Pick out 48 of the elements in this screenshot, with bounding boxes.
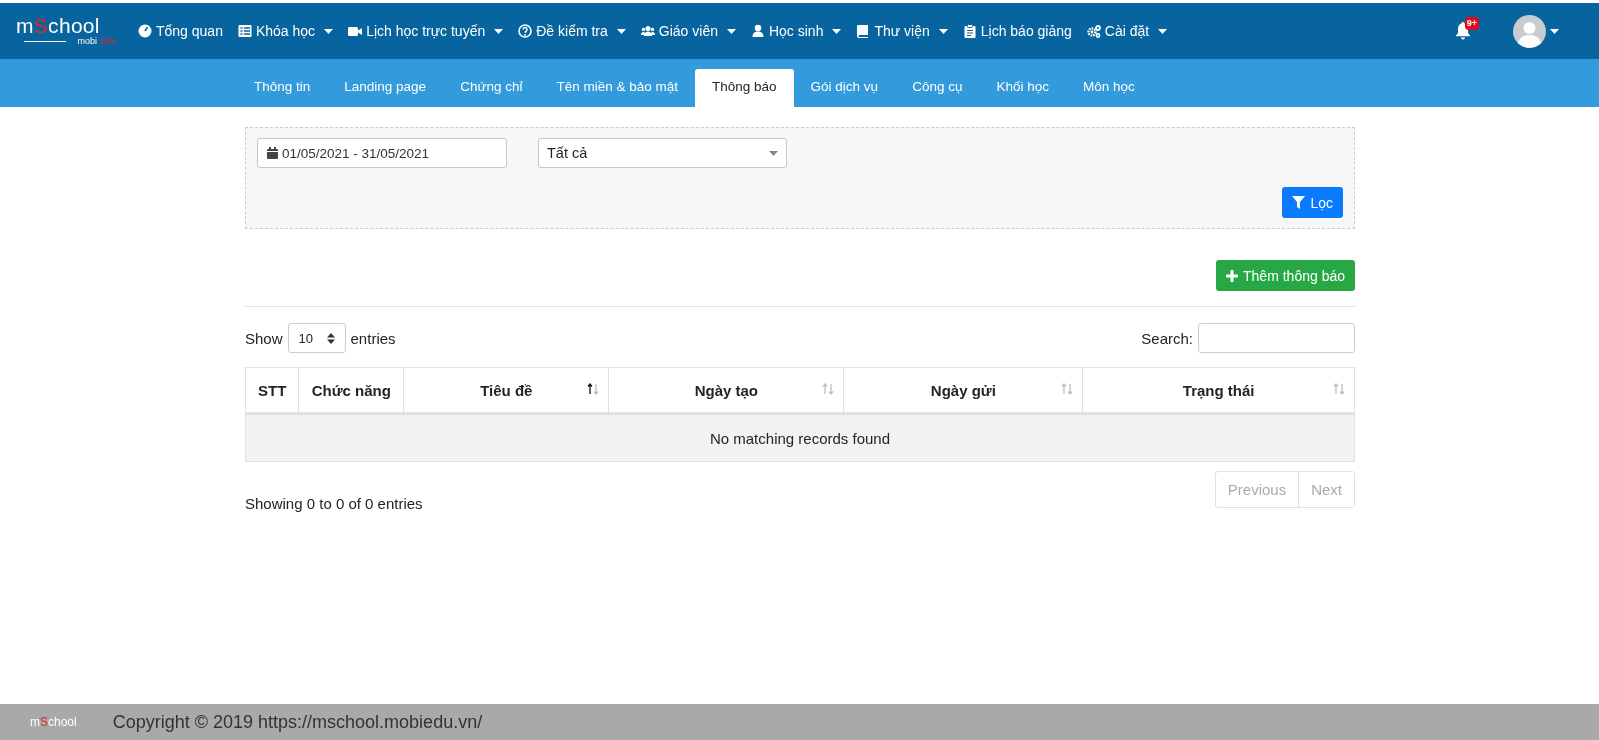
footer-logo: mSchool	[30, 716, 77, 728]
copyright-text: Copyright © 2019 https://mschool.mobiedu.vn/	[112, 711, 483, 733]
caret-icon	[1158, 28, 1168, 34]
gears-icon	[1086, 24, 1101, 38]
user-menu[interactable]	[1513, 14, 1559, 48]
nav-menu-item[interactable]: Lịch học trực tuyến	[348, 23, 504, 39]
logo[interactable]: mSchool mobi Edu	[16, 16, 116, 46]
date-range-field[interactable]: 01/05/2021 - 31/05/2021	[257, 138, 507, 168]
clipboard-icon	[962, 24, 977, 38]
caret-icon	[324, 28, 334, 34]
nav-menu-item[interactable]: Thư viện	[856, 23, 948, 39]
nav-menu-item[interactable]: Đề kiểm tra	[518, 23, 626, 39]
tab[interactable]: Thông báo	[695, 69, 794, 107]
caret-icon	[938, 28, 948, 34]
caret-icon	[726, 28, 736, 34]
video-camera-icon	[348, 24, 363, 38]
entries-select[interactable]: 10	[287, 323, 346, 353]
list-icon	[237, 24, 252, 38]
search-label: Search:	[1141, 329, 1193, 347]
plus-icon	[1226, 269, 1239, 282]
sort-caret-icon	[326, 332, 335, 344]
search-field[interactable]	[1198, 323, 1355, 353]
caret-icon	[616, 28, 626, 34]
table-info: Showing 0 to 0 of 0 entries	[245, 495, 423, 512]
filter-icon	[1292, 196, 1306, 209]
question-circle-icon	[518, 24, 533, 38]
caret-icon	[769, 150, 778, 156]
avatar-icon	[1513, 14, 1546, 48]
nav-menu-item[interactable]: Lịch báo giảng	[962, 23, 1072, 39]
filter-button[interactable]: Lọc	[1282, 187, 1343, 218]
show-label: Show	[245, 329, 283, 347]
caret-icon	[1550, 28, 1559, 34]
book-icon	[856, 24, 871, 38]
notification-badge: 9+	[1464, 16, 1479, 30]
nav-menu-item[interactable]: Giáo viên	[640, 23, 736, 39]
entries-label: entries	[350, 329, 396, 347]
nav-menu-item[interactable]: Cài đặt	[1086, 23, 1168, 39]
empty-message: No matching records found	[245, 413, 1355, 462]
nav-menu-item[interactable]: Khóa học	[237, 23, 334, 39]
gauge-icon	[138, 24, 152, 38]
user-icon	[750, 24, 765, 38]
users-icon	[640, 24, 655, 38]
status-select[interactable]: Tất cả	[538, 138, 787, 168]
caret-icon	[832, 28, 842, 34]
nav-menu-item[interactable]: Tổng quan	[138, 23, 223, 39]
caret-icon	[494, 28, 504, 34]
calendar-icon	[267, 147, 278, 159]
nav-menu-item[interactable]: Học sinh	[750, 23, 842, 39]
